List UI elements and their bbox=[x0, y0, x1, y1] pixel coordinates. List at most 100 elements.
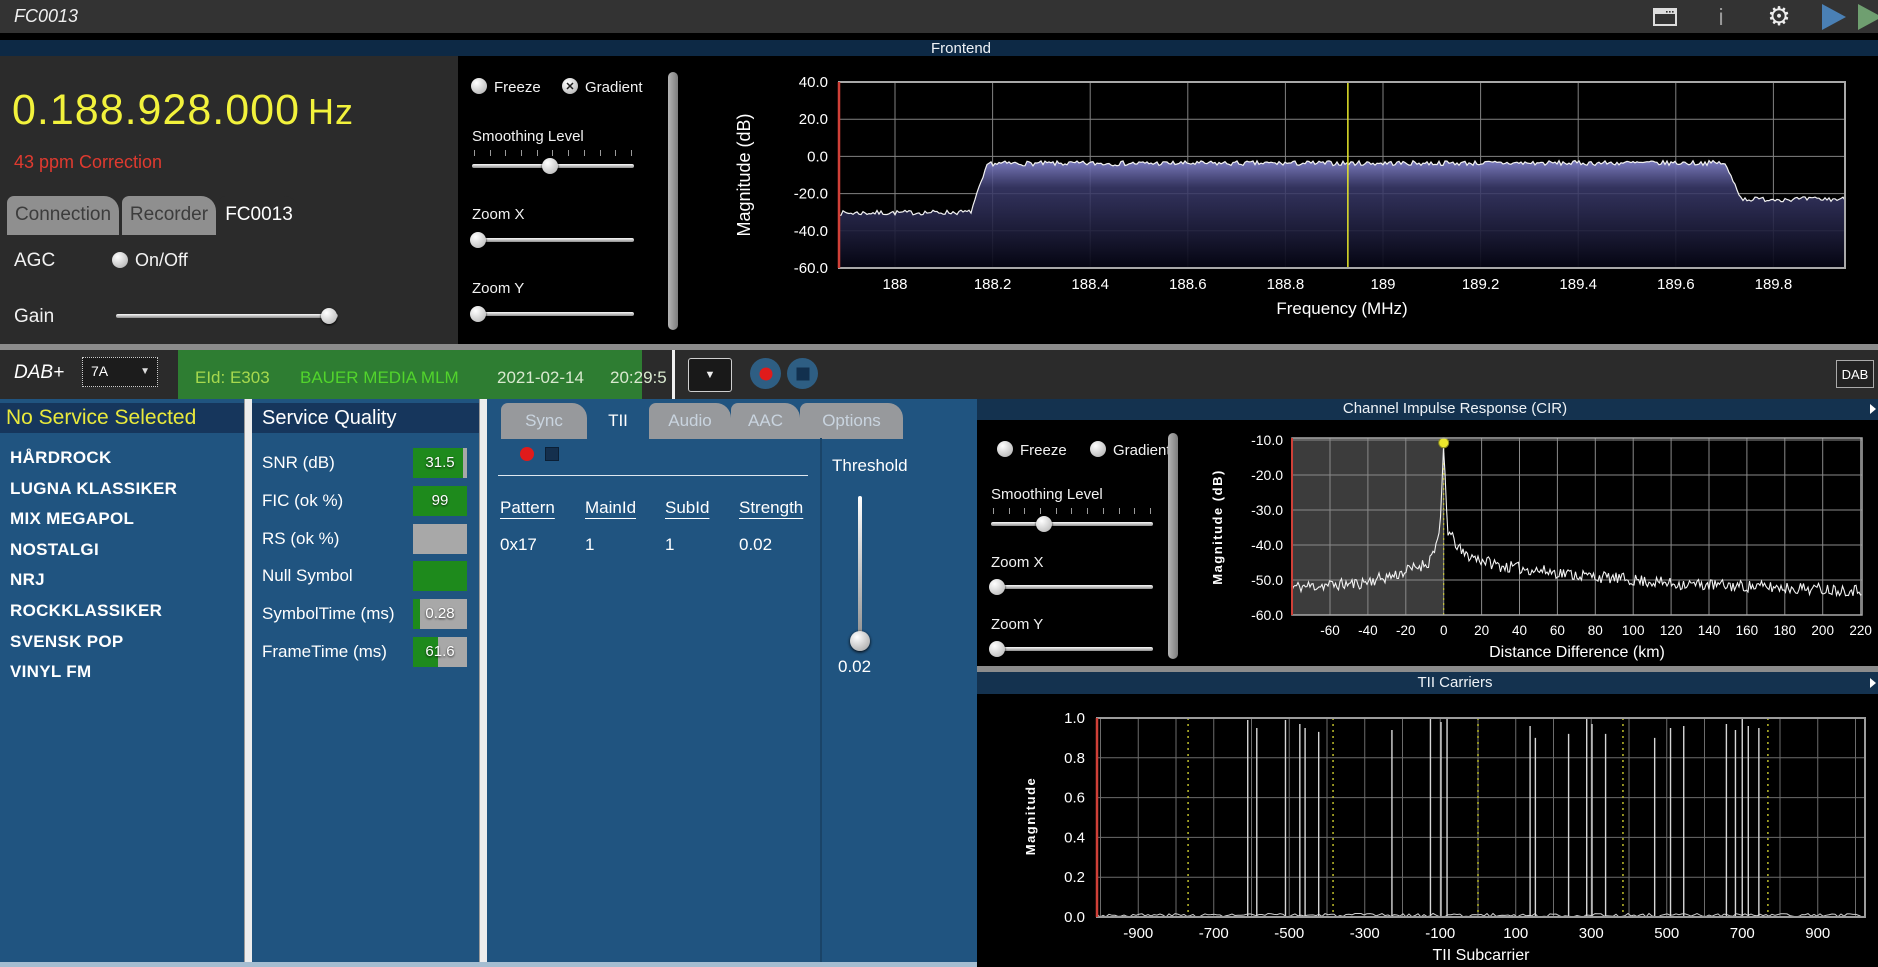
svg-text:-40: -40 bbox=[1358, 623, 1378, 638]
tab-fc0013[interactable]: FC0013 bbox=[219, 196, 299, 235]
gradient-radio[interactable] bbox=[562, 78, 578, 94]
tii-table-head: Pattern MainId SubId Strength bbox=[487, 498, 817, 520]
cir-zoom-x-slider-knob[interactable] bbox=[989, 579, 1005, 595]
quality-value: 61.6 bbox=[425, 643, 455, 660]
zoom-x-slider[interactable] bbox=[470, 232, 634, 248]
play-secondary-icon[interactable] bbox=[1858, 4, 1878, 30]
record-button[interactable] bbox=[750, 358, 781, 389]
expand-dropdown-button[interactable]: ▼ bbox=[688, 358, 732, 392]
ag c-toggle-label: On/Off bbox=[135, 250, 188, 270]
scroll-indicator-icon[interactable] bbox=[1870, 404, 1876, 414]
service-item[interactable]: LUGNA KLASSIKER bbox=[10, 479, 177, 499]
tii-table-row[interactable]: 0x17 1 1 0.02 bbox=[487, 535, 817, 557]
smoothing-label: Smoothing Level bbox=[472, 128, 584, 145]
service-item[interactable]: NRJ bbox=[10, 570, 45, 590]
tab-audio[interactable]: Audio bbox=[649, 403, 731, 439]
tab-tii[interactable]: TII bbox=[587, 403, 649, 439]
cir-smoothing-slider[interactable] bbox=[991, 516, 1153, 532]
svg-text:Magnitude (dB): Magnitude (dB) bbox=[1210, 469, 1225, 585]
divider bbox=[820, 438, 822, 962]
quality-label: SymbolTime (ms) bbox=[262, 604, 395, 624]
threshold-slider-knob[interactable] bbox=[850, 631, 870, 651]
svg-text:189.6: 189.6 bbox=[1657, 276, 1695, 293]
channel-combobox[interactable]: 7A ▼ bbox=[82, 357, 158, 387]
svg-text:189: 189 bbox=[1370, 276, 1395, 293]
threshold-slider-track[interactable] bbox=[858, 496, 862, 641]
svg-text:40: 40 bbox=[1512, 623, 1527, 638]
main-section: No Service Selected HÅRDROCK LUGNA KLASSI… bbox=[0, 399, 977, 962]
tii-cell: 0x17 bbox=[500, 535, 537, 554]
svg-text:-300: -300 bbox=[1350, 925, 1380, 942]
svg-text:120: 120 bbox=[1660, 623, 1683, 638]
service-item[interactable]: NOSTALGI bbox=[10, 540, 99, 560]
svg-text:-20: -20 bbox=[1396, 623, 1416, 638]
cir-zoom-y-label: Zoom Y bbox=[991, 616, 1044, 633]
cir-zoom-y-slider[interactable] bbox=[989, 641, 1153, 657]
ensemble-date: 2021-02-14 bbox=[497, 368, 584, 387]
stop-indicator-icon[interactable] bbox=[545, 447, 559, 461]
zoom-y-slider-knob[interactable] bbox=[470, 306, 486, 322]
cir-zoom-y-slider-knob[interactable] bbox=[989, 641, 1005, 657]
window-icon[interactable] bbox=[1652, 5, 1682, 29]
gain-slider-knob[interactable] bbox=[321, 308, 338, 324]
cir-smoothing-slider-knob[interactable] bbox=[1036, 516, 1053, 532]
svg-text:188.6: 188.6 bbox=[1169, 276, 1207, 293]
cir-freeze-label: Freeze bbox=[1020, 442, 1067, 459]
cir-freeze-radio[interactable] bbox=[997, 441, 1013, 457]
svg-text:0.0: 0.0 bbox=[1064, 909, 1085, 926]
cir-zoom-x-slider[interactable] bbox=[989, 579, 1153, 595]
tab-connection[interactable]: Connection bbox=[7, 196, 119, 235]
zoom-x-slider-knob[interactable] bbox=[470, 232, 486, 248]
service-item[interactable]: VINYL FM bbox=[10, 662, 91, 682]
tab-options[interactable]: Options bbox=[800, 403, 903, 439]
controls-scrollbar[interactable] bbox=[668, 72, 678, 330]
tab-aac[interactable]: AAC bbox=[731, 403, 800, 439]
cir-gradient-label: Gradient bbox=[1113, 442, 1171, 459]
zoom-y-slider[interactable] bbox=[470, 306, 634, 322]
tab-recorder[interactable]: Recorder bbox=[122, 196, 216, 235]
agc-radio[interactable] bbox=[112, 252, 128, 268]
zoom-y-slider-track[interactable] bbox=[472, 312, 634, 316]
freeze-radio[interactable] bbox=[471, 78, 487, 94]
threshold-label: Threshold bbox=[832, 456, 908, 475]
tii-col-header: Pattern bbox=[500, 498, 555, 517]
smoothing-slider-knob[interactable] bbox=[541, 158, 558, 174]
service-item[interactable]: ROCKKLASSIKER bbox=[10, 601, 162, 621]
cir-smoothing-slider-track[interactable] bbox=[991, 522, 1153, 526]
splitter[interactable] bbox=[479, 399, 487, 962]
svg-text:Magnitude (dB): Magnitude (dB) bbox=[734, 113, 754, 236]
quality-meter bbox=[413, 561, 467, 592]
svg-text:-900: -900 bbox=[1123, 925, 1153, 942]
play-icon[interactable] bbox=[1822, 4, 1846, 30]
zoom-x-slider-track[interactable] bbox=[472, 238, 634, 242]
splitter[interactable] bbox=[244, 399, 252, 962]
cir-zoom-x-slider-track[interactable] bbox=[991, 585, 1153, 589]
gain-slider-track[interactable] bbox=[116, 314, 338, 318]
quality-meter: 61.6 bbox=[413, 637, 467, 667]
title-bar: FC0013 i ⚙ bbox=[0, 0, 1878, 33]
quality-label: Null Symbol bbox=[262, 566, 353, 586]
cir-gradient-radio[interactable] bbox=[1090, 441, 1106, 457]
service-item[interactable]: SVENSK POP bbox=[10, 632, 124, 652]
smoothing-slider[interactable] bbox=[472, 158, 634, 174]
cir-controls-scrollbar[interactable] bbox=[1168, 433, 1178, 659]
svg-text:-10.0: -10.0 bbox=[1251, 432, 1283, 448]
settings-gear-icon[interactable]: ⚙ bbox=[1764, 1, 1794, 31]
service-item[interactable]: MIX MEGAPOL bbox=[10, 509, 134, 529]
gain-slider[interactable] bbox=[116, 308, 338, 324]
stop-button[interactable] bbox=[787, 358, 818, 389]
svg-text:140: 140 bbox=[1698, 623, 1721, 638]
divider bbox=[672, 350, 675, 399]
cir-zoom-y-slider-track[interactable] bbox=[991, 647, 1153, 651]
svg-text:-20.0: -20.0 bbox=[794, 186, 828, 203]
tii-col-header: Strength bbox=[739, 498, 804, 517]
spectrum-plot[interactable]: 40.0 20.0 0.0 -20.0 -40.0 -60.0 188 188.2 188.4 1… bbox=[690, 56, 1878, 344]
tab-sync[interactable]: Sync bbox=[501, 403, 587, 439]
record-icon bbox=[759, 367, 772, 380]
gradient-label: Gradient bbox=[585, 79, 643, 96]
service-item[interactable]: HÅRDROCK bbox=[10, 448, 112, 468]
info-icon[interactable]: i bbox=[1712, 4, 1742, 30]
record-indicator-icon[interactable] bbox=[520, 447, 534, 461]
channel-value: 7A bbox=[91, 363, 109, 379]
freeze-label: Freeze bbox=[494, 79, 541, 96]
